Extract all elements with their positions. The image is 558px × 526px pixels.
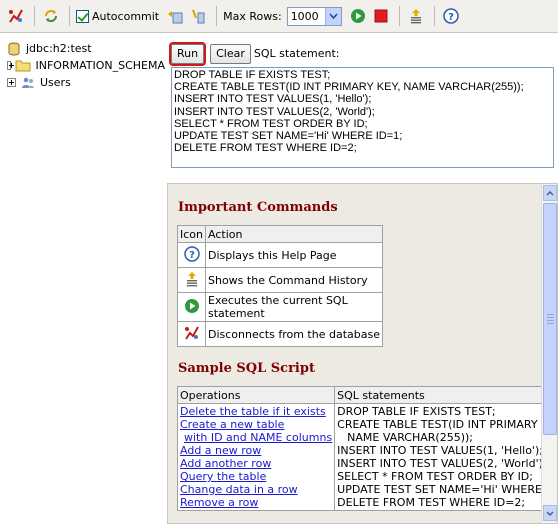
sql-line: CREATE TABLE TEST(ID INT PRIMARY KEY, (337, 418, 558, 431)
command-description: Disconnects from the database (205, 321, 383, 347)
autocommit-label: Autocommit (92, 9, 160, 23)
refresh-icon[interactable] (41, 6, 61, 26)
expand-icon[interactable] (7, 61, 15, 70)
clear-button[interactable]: Clear (210, 43, 251, 64)
operations-cell: Delete the table if it exists Create a n… (176, 403, 336, 511)
query-bar: Run Clear SQL statement: (168, 41, 556, 66)
run-button[interactable]: Run (168, 41, 207, 66)
scroll-up-button[interactable] (543, 185, 557, 201)
sql-line: NAME VARCHAR(255)); (347, 431, 473, 444)
sql-line: INSERT INTO TEST VALUES(1, 'Hello'); (337, 444, 543, 457)
folder-icon (15, 59, 31, 73)
sample-sql-heading: Sample SQL Script (178, 361, 315, 376)
sql-line: INSERT INTO TEST VALUES(2, 'World'); (337, 457, 547, 470)
max-rows-value: 1000 (290, 9, 319, 23)
important-commands-heading: Important Commands (178, 200, 338, 215)
statements-cell: DROP TABLE IF EXISTS TEST; CREATE TABLE … (334, 403, 558, 511)
run-icon (184, 298, 200, 317)
connection-label: jdbc:h2:test (26, 42, 92, 55)
operation-link[interactable]: Add a new row (180, 444, 332, 457)
command-description: Executes the current SQL statement (205, 292, 383, 322)
table-row: Delete the table if it exists Create a n… (176, 403, 558, 511)
disconnect-icon (184, 326, 200, 344)
tree-item-label: INFORMATION_SCHEMA (35, 59, 165, 72)
operation-link[interactable]: Create a new table (180, 418, 332, 431)
expand-icon[interactable] (7, 78, 16, 87)
operation-link[interactable]: Query the table (180, 470, 332, 483)
toolbar-separator (216, 6, 218, 26)
history-icon (184, 271, 200, 290)
command-description: Displays this Help Page (205, 242, 383, 268)
sql-line: DROP TABLE IF EXISTS TEST; (337, 405, 496, 418)
grip-line (547, 317, 554, 318)
sql-statement-label: SQL statement: (253, 47, 340, 60)
help-icon[interactable]: ? (441, 6, 461, 26)
sql-line: SELECT * FROM TEST ORDER BY ID; (337, 470, 533, 483)
table-row: Shows the Command History (177, 267, 383, 293)
rollback-icon[interactable] (165, 6, 185, 26)
operation-link[interactable]: Remove a row (180, 496, 332, 509)
tree-item-label: Users (40, 76, 71, 89)
users-icon (20, 76, 36, 90)
schema-tree: jdbc:h2:test INFORMATION_SCHEMA Users (0, 40, 165, 526)
checkbox-box[interactable] (76, 9, 89, 23)
table-row: ? Displays this Help Page (177, 242, 383, 268)
query-panel: Run Clear SQL statement: DROP TABLE IF E… (168, 41, 556, 168)
toolbar-separator (69, 6, 70, 26)
sample-sql-table: Operations SQL statements Delete the tab… (176, 386, 558, 511)
vertical-scrollbar[interactable] (541, 184, 557, 523)
sql-line: DELETE FROM TEST WHERE ID=2; (337, 496, 526, 509)
history-icon[interactable] (406, 6, 426, 26)
operation-link[interactable]: Change data in a row (180, 483, 332, 496)
grip-line (547, 323, 554, 324)
max-rows-select[interactable]: 1000 (286, 6, 342, 26)
commit-icon[interactable] (188, 6, 208, 26)
toolbar-separator (433, 6, 435, 26)
tree-connection[interactable]: jdbc:h2:test (0, 40, 165, 57)
help-panel: Important Commands Icon Action ? Display… (167, 183, 558, 524)
max-rows-label: Max Rows: (223, 9, 282, 23)
action-column-header: Action (205, 225, 383, 243)
toolbar: Autocommit Max Rows: 1000 ? (0, 0, 558, 33)
operation-link[interactable]: with ID and NAME columns (180, 431, 332, 444)
tree-item-information-schema[interactable]: INFORMATION_SCHEMA (0, 57, 165, 74)
tree-item-users[interactable]: Users (0, 74, 165, 91)
run-icon[interactable] (348, 6, 368, 26)
scroll-down-button[interactable] (543, 505, 557, 521)
chevron-down-icon[interactable] (324, 7, 341, 25)
scrollbar-thumb[interactable] (543, 203, 557, 435)
svg-text:?: ? (448, 12, 454, 23)
operation-link[interactable]: Delete the table if it exists (180, 405, 332, 418)
chevron-down-icon (546, 510, 554, 516)
operations-column-header: Operations (176, 386, 336, 404)
commands-table: Icon Action ? Displays this Help Page Sh… (177, 225, 383, 347)
sql-editor[interactable]: DROP TABLE IF EXISTS TEST; CREATE TABLE … (171, 67, 554, 168)
table-row: Executes the current SQL statement (177, 292, 383, 322)
disconnect-icon[interactable] (6, 6, 26, 26)
grip-line (547, 314, 554, 315)
autocommit-checkbox[interactable]: Autocommit (76, 9, 160, 23)
svg-text:?: ? (189, 250, 195, 261)
grip-line (547, 320, 554, 321)
help-icon: ? (183, 245, 200, 265)
statements-column-header: SQL statements (334, 386, 557, 404)
table-row: Disconnects from the database (177, 321, 383, 347)
icon-column-header: Icon (177, 225, 206, 243)
sql-line: UPDATE TEST SET NAME='Hi' WHERE ID=1; (337, 483, 558, 496)
toolbar-separator (34, 6, 35, 26)
operation-link[interactable]: Add another row (180, 457, 332, 470)
chevron-up-icon (546, 190, 554, 196)
database-icon (6, 42, 22, 56)
stop-icon[interactable] (371, 6, 391, 26)
help-content: Important Commands Icon Action ? Display… (176, 184, 557, 511)
toolbar-separator (398, 6, 400, 26)
command-description: Shows the Command History (205, 267, 383, 293)
